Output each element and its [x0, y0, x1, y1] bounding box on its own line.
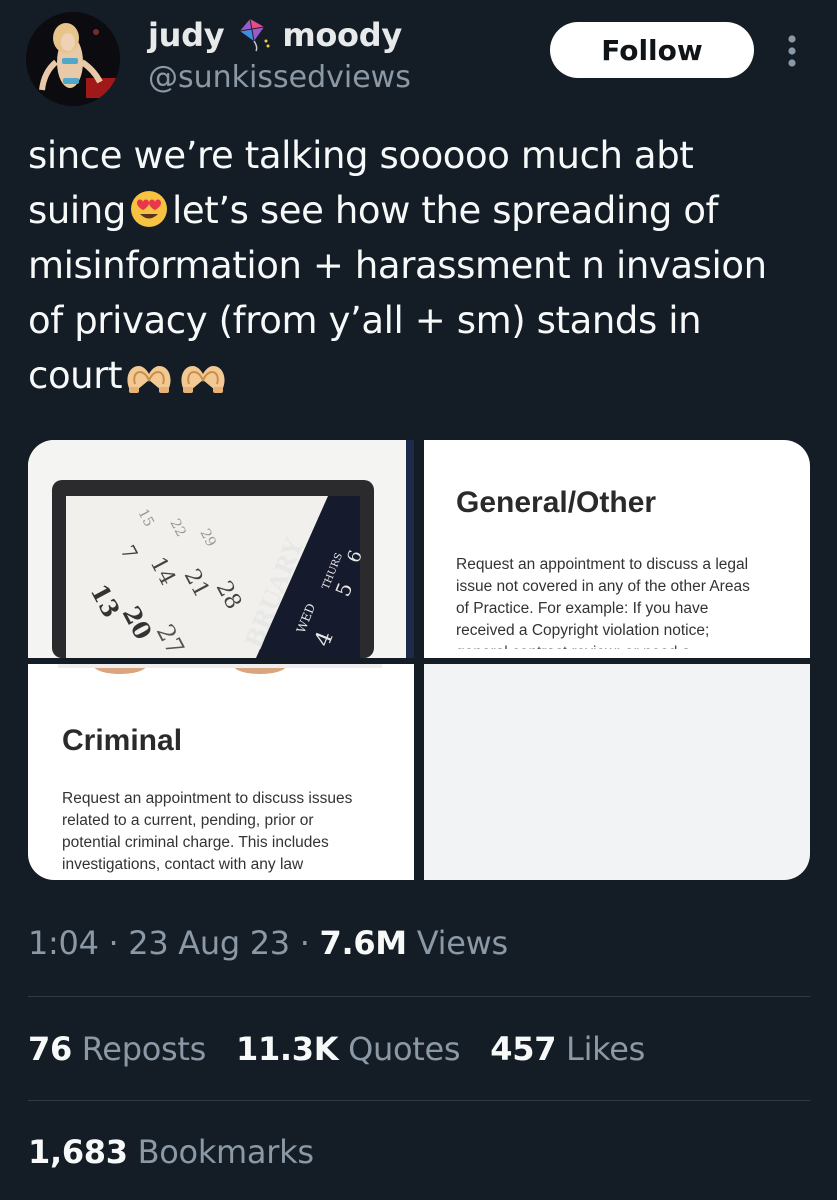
more-vertical-icon[interactable]: [780, 34, 804, 68]
heart-hands-emoji-icon: [125, 354, 173, 409]
tweet-fragment: court: [28, 354, 123, 397]
card-line: Request an appointment to discuss issues: [62, 790, 353, 807]
tweet-line: misinformation + harassment n invasion: [28, 244, 767, 287]
tweet-meta: 1:04 · 23 Aug 23 · 7.6M Views: [28, 924, 508, 962]
reposts-label: Reposts: [71, 1030, 206, 1068]
follow-button[interactable]: Follow: [550, 22, 754, 78]
avatar[interactable]: [26, 12, 120, 106]
separator: ·: [98, 924, 129, 962]
tweet-fragment: let’s see how the spreading of: [171, 189, 719, 232]
quotes-label: Quotes: [338, 1030, 461, 1068]
likes-count: 457: [490, 1030, 557, 1068]
card-body: Request an appointment to discuss issues…: [62, 788, 352, 876]
views-count: 7.6M: [319, 924, 408, 962]
tweet-line: court: [28, 348, 818, 403]
likes-stat[interactable]: 457 Likes: [490, 1030, 645, 1068]
tweet-time[interactable]: 1:04: [28, 924, 99, 962]
tweet-date[interactable]: 23 Aug 23: [128, 924, 290, 962]
card-line: of Practice. For example: If you have: [456, 600, 709, 617]
media-image-blank[interactable]: [424, 664, 810, 880]
bookmarks-stat[interactable]: 1,683 Bookmarks: [28, 1133, 314, 1171]
tweet-detail-page: judy moody @sunkissedviews Follow since …: [0, 0, 837, 1200]
quotes-count: 11.3K: [235, 1030, 339, 1068]
media-image-general-other[interactable]: General/Other Request an appointment to …: [424, 440, 810, 658]
heart-eyes-emoji-icon: [129, 189, 169, 244]
bookmarks-count: 1,683: [28, 1133, 128, 1171]
tweet-line: suing let’s see how the spreading of: [28, 183, 818, 238]
likes-label: Likes: [556, 1030, 646, 1068]
media-image-calendar[interactable]: 7 14 21 28 13 20 27 15 22 29 BRUARY WED …: [28, 440, 414, 658]
media-grid: 7 14 21 28 13 20 27 15 22 29 BRUARY WED …: [28, 440, 810, 880]
card-line: investigations, contact with any law: [62, 856, 304, 873]
heart-hands-emoji-icon: [179, 354, 227, 409]
separator: ·: [289, 924, 320, 962]
divider: [28, 1100, 810, 1101]
card-line: general contract review; or need a: [456, 642, 750, 649]
card-line: issue not covered in any of the other Ar…: [456, 578, 750, 595]
divider: [28, 996, 810, 997]
card-line: received a Copyright violation notice;: [456, 622, 710, 639]
display-name-first: judy: [148, 16, 225, 54]
tweet-line: since we’re talking sooooo much abt: [28, 134, 694, 177]
display-name[interactable]: judy moody: [148, 16, 402, 54]
views-label: Views: [406, 924, 508, 962]
engagement-stats: 76 Reposts 11.3K Quotes 457 Likes: [28, 1030, 645, 1068]
card-body: Request an appointment to discuss a lega…: [456, 554, 750, 649]
card-line: Request an appointment to discuss a lega…: [456, 556, 749, 573]
reposts-count: 76: [28, 1030, 72, 1068]
kite-icon: [234, 17, 272, 53]
display-name-last: moody: [282, 16, 402, 54]
quotes-stat[interactable]: 11.3K Quotes: [235, 1030, 461, 1068]
card-title: Criminal: [62, 724, 183, 757]
card-line: potential criminal charge. This includes: [62, 834, 329, 851]
user-handle[interactable]: @sunkissedviews: [148, 60, 411, 95]
card-title: General/Other: [456, 486, 657, 519]
media-image-criminal[interactable]: Criminal Request an appointment to discu…: [28, 664, 414, 880]
reposts-stat[interactable]: 76 Reposts: [28, 1030, 206, 1068]
tweet-fragment: suing: [28, 189, 126, 232]
card-line: related to a current, pending, prior or: [62, 812, 314, 829]
bookmarks-label: Bookmarks: [127, 1133, 314, 1171]
tweet-line: of privacy (from y’all + sm) stands in: [28, 299, 702, 342]
tweet-text: since we’re talking sooooo much abt suin…: [28, 128, 818, 403]
